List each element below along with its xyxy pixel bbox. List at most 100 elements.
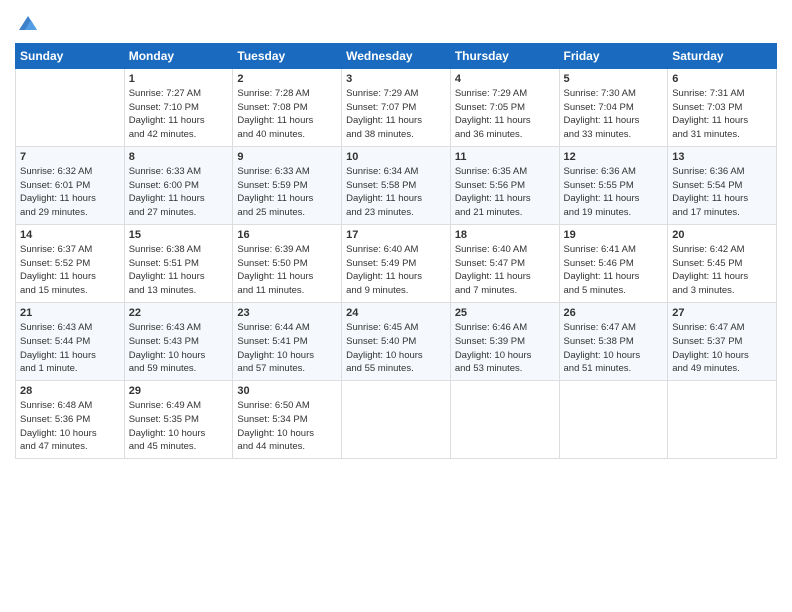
logo-icon (17, 14, 39, 32)
calendar-cell: 28 Sunrise: 6:48 AMSunset: 5:36 PMDayligh… (16, 381, 125, 459)
calendar-cell: 4 Sunrise: 7:29 AMSunset: 7:05 PMDaylight… (450, 68, 559, 146)
day-number: 28 (20, 385, 120, 397)
day-info: Sunrise: 6:48 AMSunset: 5:36 PMDaylight:… (20, 399, 120, 454)
calendar-cell: 27 Sunrise: 6:47 AMSunset: 5:37 PMDayligh… (668, 302, 777, 380)
calendar-cell: 23Sunrise: 6:44 AMSunset: 5:41 PMDayligh… (233, 302, 342, 380)
day-number: 25 (455, 307, 555, 319)
calendar-cell (559, 381, 668, 459)
day-number: 18 (455, 229, 555, 241)
day-info: Sunrise: 7:29 AMSunset: 7:07 PMDaylight:… (346, 87, 446, 142)
calendar-cell (16, 68, 125, 146)
day-info: Sunrise: 6:35 AMSunset: 5:56 PMDaylight:… (455, 165, 555, 220)
day-info: Sunrise: 7:27 AMSunset: 7:10 PMDaylight:… (129, 87, 229, 142)
calendar-cell: 14 Sunrise: 6:37 AMSunset: 5:52 PMDayligh… (16, 224, 125, 302)
calendar-cell: 5 Sunrise: 7:30 AMSunset: 7:04 PMDaylight… (559, 68, 668, 146)
day-number: 23 (237, 307, 337, 319)
day-number: 16 (237, 229, 337, 241)
day-number: 14 (20, 229, 120, 241)
day-number: 30 (237, 385, 337, 397)
calendar-cell: 10 Sunrise: 6:34 AMSunset: 5:58 PMDayligh… (342, 146, 451, 224)
day-info: Sunrise: 6:36 AMSunset: 5:54 PMDaylight:… (672, 165, 772, 220)
day-number: 17 (346, 229, 446, 241)
day-number: 21 (20, 307, 120, 319)
calendar-cell: 16Sunrise: 6:39 AMSunset: 5:50 PMDayligh… (233, 224, 342, 302)
calendar-cell: 25 Sunrise: 6:46 AMSunset: 5:39 PMDayligh… (450, 302, 559, 380)
day-number: 15 (129, 229, 229, 241)
day-number: 20 (672, 229, 772, 241)
day-info: Sunrise: 6:47 AMSunset: 5:38 PMDaylight:… (564, 321, 664, 376)
day-number: 2 (237, 73, 337, 85)
day-info: Sunrise: 6:46 AMSunset: 5:39 PMDaylight:… (455, 321, 555, 376)
calendar-cell (668, 381, 777, 459)
day-info: Sunrise: 7:29 AMSunset: 7:05 PMDaylight:… (455, 87, 555, 142)
day-number: 24 (346, 307, 446, 319)
day-number: 27 (672, 307, 772, 319)
calendar-cell: 8 Sunrise: 6:33 AMSunset: 6:00 PMDaylight… (124, 146, 233, 224)
day-number: 19 (564, 229, 664, 241)
day-info: Sunrise: 6:32 AMSunset: 6:01 PMDaylight:… (20, 165, 120, 220)
day-info: Sunrise: 6:40 AMSunset: 5:49 PMDaylight:… (346, 243, 446, 298)
day-number: 22 (129, 307, 229, 319)
day-number: 4 (455, 73, 555, 85)
calendar-cell: 2 Sunrise: 7:28 AMSunset: 7:08 PMDaylight… (233, 68, 342, 146)
calendar-cell: 29Sunrise: 6:49 AMSunset: 5:35 PMDayligh… (124, 381, 233, 459)
day-number: 26 (564, 307, 664, 319)
day-number: 5 (564, 73, 664, 85)
calendar-header-row: SundayMondayTuesdayWednesdayThursdayFrid… (16, 43, 777, 68)
day-info: Sunrise: 6:33 AMSunset: 5:59 PMDaylight:… (237, 165, 337, 220)
calendar-week-row: 28 Sunrise: 6:48 AMSunset: 5:36 PMDayligh… (16, 381, 777, 459)
day-info: Sunrise: 6:37 AMSunset: 5:52 PMDaylight:… (20, 243, 120, 298)
calendar-cell (450, 381, 559, 459)
day-info: Sunrise: 6:36 AMSunset: 5:55 PMDaylight:… (564, 165, 664, 220)
calendar-cell: 20 Sunrise: 6:42 AMSunset: 5:45 PMDayligh… (668, 224, 777, 302)
day-info: Sunrise: 6:45 AMSunset: 5:40 PMDaylight:… (346, 321, 446, 376)
column-header-thursday: Thursday (450, 43, 559, 68)
calendar-cell: 17 Sunrise: 6:40 AMSunset: 5:49 PMDayligh… (342, 224, 451, 302)
day-number: 13 (672, 151, 772, 163)
day-info: Sunrise: 7:31 AMSunset: 7:03 PMDaylight:… (672, 87, 772, 142)
calendar-week-row: 7 Sunrise: 6:32 AMSunset: 6:01 PMDaylight… (16, 146, 777, 224)
calendar-cell: 12Sunrise: 6:36 AMSunset: 5:55 PMDayligh… (559, 146, 668, 224)
day-info: Sunrise: 6:40 AMSunset: 5:47 PMDaylight:… (455, 243, 555, 298)
day-number: 6 (672, 73, 772, 85)
calendar-cell: 30 Sunrise: 6:50 AMSunset: 5:34 PMDayligh… (233, 381, 342, 459)
column-header-sunday: Sunday (16, 43, 125, 68)
calendar-cell: 26 Sunrise: 6:47 AMSunset: 5:38 PMDayligh… (559, 302, 668, 380)
calendar-cell: 21 Sunrise: 6:43 AMSunset: 5:44 PMDayligh… (16, 302, 125, 380)
calendar-cell: 22 Sunrise: 6:43 AMSunset: 5:43 PMDayligh… (124, 302, 233, 380)
calendar-week-row: 14 Sunrise: 6:37 AMSunset: 5:52 PMDayligh… (16, 224, 777, 302)
day-info: Sunrise: 6:50 AMSunset: 5:34 PMDaylight:… (237, 399, 337, 454)
calendar-cell: 19 Sunrise: 6:41 AMSunset: 5:46 PMDayligh… (559, 224, 668, 302)
column-header-saturday: Saturday (668, 43, 777, 68)
day-number: 8 (129, 151, 229, 163)
day-number: 1 (129, 73, 229, 85)
calendar-table: SundayMondayTuesdayWednesdayThursdayFrid… (15, 43, 777, 459)
calendar-cell: 15 Sunrise: 6:38 AMSunset: 5:51 PMDayligh… (124, 224, 233, 302)
column-header-wednesday: Wednesday (342, 43, 451, 68)
day-info: Sunrise: 6:38 AMSunset: 5:51 PMDaylight:… (129, 243, 229, 298)
day-info: Sunrise: 6:42 AMSunset: 5:45 PMDaylight:… (672, 243, 772, 298)
logo (15, 14, 39, 37)
day-number: 10 (346, 151, 446, 163)
day-info: Sunrise: 7:28 AMSunset: 7:08 PMDaylight:… (237, 87, 337, 142)
day-info: Sunrise: 6:47 AMSunset: 5:37 PMDaylight:… (672, 321, 772, 376)
column-header-monday: Monday (124, 43, 233, 68)
day-info: Sunrise: 6:43 AMSunset: 5:43 PMDaylight:… (129, 321, 229, 376)
day-info: Sunrise: 6:43 AMSunset: 5:44 PMDaylight:… (20, 321, 120, 376)
day-info: Sunrise: 6:34 AMSunset: 5:58 PMDaylight:… (346, 165, 446, 220)
calendar-cell: 9Sunrise: 6:33 AMSunset: 5:59 PMDaylight… (233, 146, 342, 224)
day-info: Sunrise: 7:30 AMSunset: 7:04 PMDaylight:… (564, 87, 664, 142)
day-info: Sunrise: 6:33 AMSunset: 6:00 PMDaylight:… (129, 165, 229, 220)
page-header (15, 10, 777, 37)
day-info: Sunrise: 6:49 AMSunset: 5:35 PMDaylight:… (129, 399, 229, 454)
calendar-cell: 24 Sunrise: 6:45 AMSunset: 5:40 PMDayligh… (342, 302, 451, 380)
calendar-cell: 3Sunrise: 7:29 AMSunset: 7:07 PMDaylight… (342, 68, 451, 146)
day-info: Sunrise: 6:41 AMSunset: 5:46 PMDaylight:… (564, 243, 664, 298)
calendar-week-row: 1 Sunrise: 7:27 AMSunset: 7:10 PMDaylight… (16, 68, 777, 146)
day-number: 7 (20, 151, 120, 163)
calendar-cell: 7 Sunrise: 6:32 AMSunset: 6:01 PMDaylight… (16, 146, 125, 224)
calendar-cell: 1 Sunrise: 7:27 AMSunset: 7:10 PMDaylight… (124, 68, 233, 146)
day-number: 11 (455, 151, 555, 163)
calendar-cell (342, 381, 451, 459)
calendar-cell: 11 Sunrise: 6:35 AMSunset: 5:56 PMDayligh… (450, 146, 559, 224)
